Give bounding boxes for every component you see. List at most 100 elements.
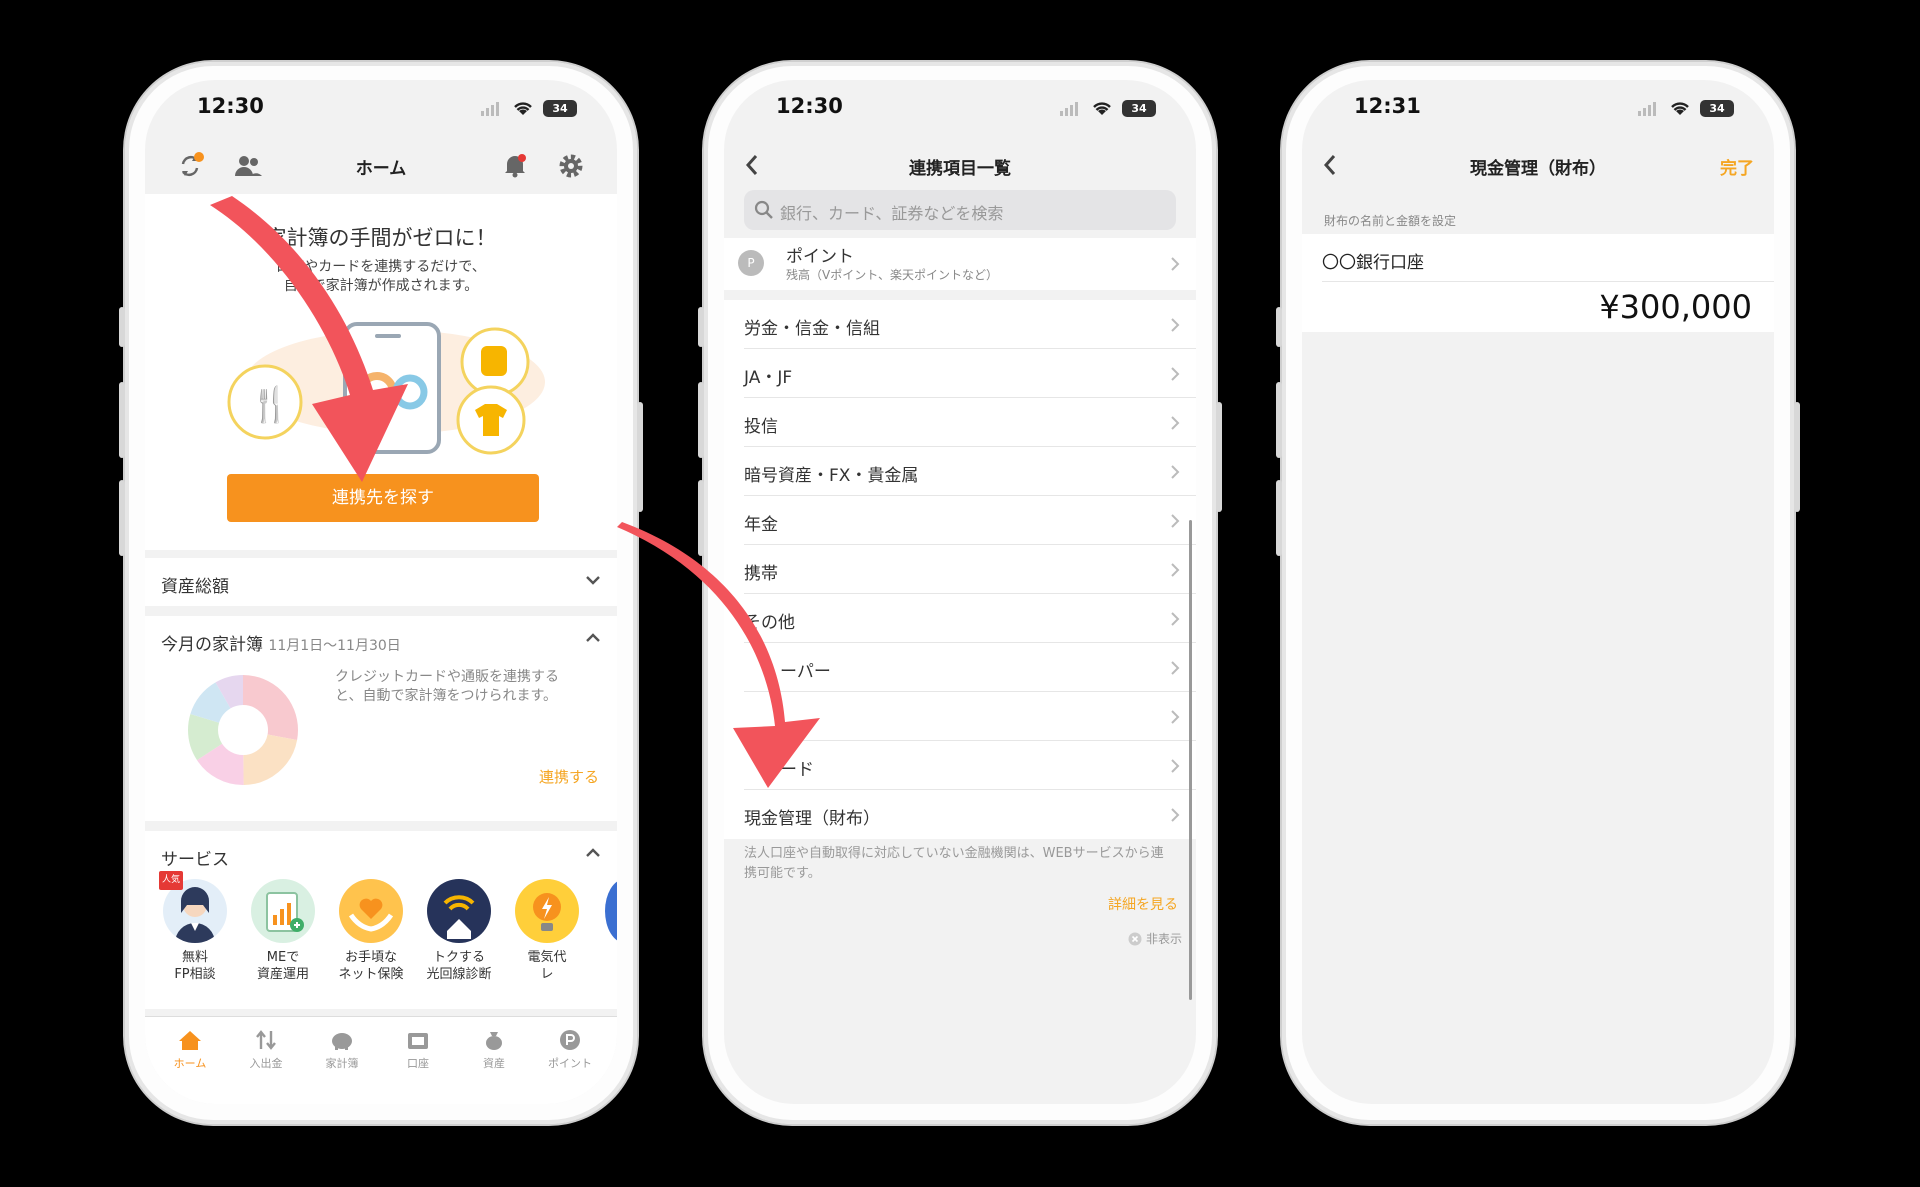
- piggy-bank-icon: [332, 1033, 352, 1050]
- hide-button[interactable]: 非表示: [1128, 930, 1182, 947]
- phone-frame-wallet: 12:31 34 現金管理（財布） 完了 財布の名前と金額を設定 〇〇銀行口座 …: [1276, 62, 1800, 1124]
- list-item[interactable]: その他: [744, 594, 1196, 643]
- mute-switch: [119, 307, 125, 347]
- monthly-budget-description: クレジットカードや通販を連携する と、自動で家計簿をつけられます。: [335, 668, 559, 706]
- footnote-text: 法人口座や自動取得に対応していない金融機関は、WEBサービスから連携可能です。: [744, 846, 1164, 881]
- link-list-navbar: 連携項目一覧: [724, 136, 1196, 194]
- month-desc-line2: と、自動で家計簿をつけられます。: [335, 688, 558, 704]
- tab-accounts[interactable]: 口座: [383, 1029, 453, 1071]
- lightbulb-graphic: [533, 893, 561, 931]
- tab-label: 口座: [407, 1057, 429, 1070]
- page-title: ホーム: [355, 159, 407, 179]
- service-partial-icon[interactable]: [605, 879, 617, 943]
- tab-budget[interactable]: 家計簿: [307, 1029, 377, 1071]
- hero-title: 家計簿の手間がゼロに！: [265, 226, 497, 250]
- connect-link[interactable]: 連携する: [539, 766, 599, 787]
- gear-icon[interactable]: [557, 152, 585, 180]
- list-item-label: 携帯: [744, 564, 778, 584]
- wifi-house-graphic: [443, 895, 475, 939]
- hero-sub-line1: 口座やカードを連携するだけで、: [276, 259, 486, 275]
- wallet-name-field[interactable]: 〇〇銀行口座: [1322, 234, 1774, 282]
- status-icons: 34: [1060, 100, 1156, 117]
- point-row[interactable]: P ポイント 残高（Vポイント、楽天ポイントなど）: [724, 238, 1196, 290]
- chevron-right-icon: [1171, 465, 1180, 479]
- done-button[interactable]: 完了: [1720, 154, 1754, 179]
- volume-down-button: [1276, 480, 1282, 556]
- chevron-up-icon[interactable]: [585, 630, 601, 646]
- budget-donut-chart: [188, 675, 298, 785]
- point-label: ポイント: [786, 247, 854, 267]
- close-circle-icon: [1128, 932, 1142, 945]
- chevron-up-icon[interactable]: [585, 845, 601, 861]
- service-net-insurance[interactable]: お手頃な ネット保険: [335, 879, 407, 983]
- search-input[interactable]: 銀行、カード、証券などを検索: [744, 190, 1176, 230]
- list-item-label: その他: [744, 613, 795, 633]
- chevron-right-icon: [1171, 563, 1180, 577]
- scrollbar[interactable]: [1189, 520, 1192, 1000]
- status-icons: 34: [481, 100, 577, 117]
- wallet-navbar: 現金管理（財布） 完了: [1302, 136, 1774, 194]
- home-navbar: ホーム: [145, 136, 617, 194]
- service-label-2: レ: [540, 967, 554, 982]
- status-time: 12:30: [776, 94, 843, 118]
- tab-assets[interactable]: 資産: [459, 1029, 529, 1071]
- popular-badge: 人気: [159, 871, 184, 890]
- hero-sub-line2: 自動で家計簿が作成されます。: [283, 278, 479, 294]
- service-electricity[interactable]: 電気代 レ: [511, 879, 583, 983]
- list-item[interactable]: [744, 692, 1196, 741]
- services-card: サービス 人気 無料 FP相談 MEで 資産運用 お手頃な ネット保険 トクする…: [145, 831, 617, 1009]
- assets-total-card[interactable]: 資産総額: [145, 558, 617, 606]
- wallet-form: 〇〇銀行口座 ¥300,000: [1302, 234, 1774, 332]
- wallet-amount-field[interactable]: ¥300,000: [1322, 282, 1774, 332]
- list-item-label: 投信: [744, 417, 778, 437]
- details-link[interactable]: 詳細を見る: [1108, 894, 1178, 914]
- bell-icon[interactable]: [502, 152, 528, 178]
- monthly-budget-card: 今月の家計簿 11月1日〜11月30日 クレジットカードや通販を連携する と、自…: [145, 616, 617, 821]
- list-item-cash-wallet[interactable]: 現金管理（財布）: [744, 790, 1196, 839]
- chevron-down-icon[interactable]: [585, 572, 601, 588]
- wifi-icon: [514, 102, 532, 115]
- power-button: [1794, 402, 1800, 512]
- chevron-right-icon: [1171, 257, 1180, 271]
- hide-label: 非表示: [1145, 932, 1182, 946]
- list-item[interactable]: 携帯: [744, 545, 1196, 594]
- chevron-right-icon: [1171, 514, 1180, 528]
- list-item[interactable]: 暗号資産・FX・貴金属: [744, 447, 1196, 496]
- service-me-investment[interactable]: MEで 資産運用: [247, 879, 319, 983]
- hero-description: 口座やカードを連携するだけで、 自動で家計簿が作成されます。: [145, 258, 617, 296]
- investment-chart-icon: [251, 879, 315, 943]
- service-label-2: FP相談: [174, 967, 216, 982]
- service-label-1: 無料: [181, 950, 208, 965]
- list-item[interactable]: 年金: [744, 496, 1196, 545]
- list-item-label: 労金・信金・信組: [744, 319, 880, 339]
- wallet-icon: [408, 1033, 428, 1049]
- volume-up-button: [119, 382, 125, 458]
- list-item[interactable]: JA・JF: [744, 349, 1196, 398]
- list-item[interactable]: ーパー: [744, 643, 1196, 692]
- status-bar: 12:31 34: [1302, 80, 1774, 136]
- service-label-1: 電気代: [527, 950, 567, 965]
- list-item[interactable]: 投信: [744, 398, 1196, 447]
- search-placeholder: 銀行、カード、証券などを検索: [780, 204, 1004, 223]
- hero-illustration: 🍴: [227, 322, 545, 455]
- service-fp-consult[interactable]: 人気 無料 FP相談: [159, 871, 231, 983]
- volume-down-button: [698, 480, 704, 556]
- service-fiber-diagnosis[interactable]: トクする 光回線診断: [423, 879, 495, 983]
- list-item[interactable]: 労金・信金・信組: [744, 300, 1196, 349]
- bottom-tab-bar: ホーム 入出金 家計簿 口座 資産 ポイント: [145, 1016, 617, 1104]
- tab-points[interactable]: ポイント: [535, 1029, 605, 1071]
- status-icons: 34: [1638, 100, 1734, 117]
- service-label-2: 光回線診断: [426, 967, 492, 982]
- phone-frame-home: 12:30 34 ホーム 家計簿の手間がゼロに！ 口座やカードを連携するだけで、…: [119, 62, 643, 1124]
- money-bag-icon: [486, 1032, 502, 1050]
- wallet-amount-value: ¥300,000: [1599, 288, 1752, 326]
- status-time: 12:31: [1354, 94, 1421, 118]
- list-item[interactable]: ード: [744, 741, 1196, 790]
- category-list: 労金・信金・信組 JA・JF 投信 暗号資産・FX・貴金属 年金 携帯 その他 …: [724, 300, 1196, 839]
- page-title: 現金管理（財布）: [1470, 159, 1606, 179]
- tab-home[interactable]: ホーム: [155, 1029, 225, 1071]
- heart-hands-graphic: [348, 898, 394, 932]
- list-item-label: 年金: [744, 515, 778, 535]
- tab-transactions[interactable]: 入出金: [231, 1029, 301, 1071]
- find-connection-button[interactable]: 連携先を探す: [227, 474, 539, 522]
